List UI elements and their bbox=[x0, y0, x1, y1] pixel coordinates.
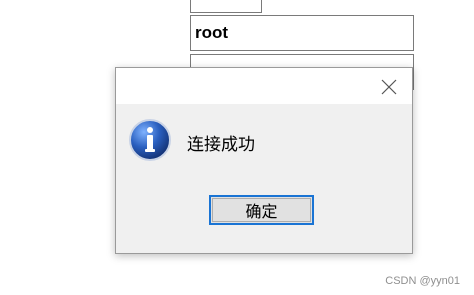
ok-button[interactable]: 确定 bbox=[209, 195, 314, 225]
username-input[interactable]: root bbox=[190, 15, 414, 51]
close-icon[interactable] bbox=[380, 78, 398, 96]
information-icon bbox=[129, 119, 171, 161]
watermark: CSDN @yyn01 bbox=[385, 275, 460, 287]
ok-button-label: 确定 bbox=[245, 202, 278, 221]
background-field-top[interactable] bbox=[190, 0, 262, 13]
dialog-titlebar bbox=[116, 68, 412, 104]
username-value: root bbox=[195, 23, 229, 42]
dialog-message: 连接成功 bbox=[187, 135, 255, 155]
message-dialog: 连接成功 确定 bbox=[115, 67, 413, 254]
